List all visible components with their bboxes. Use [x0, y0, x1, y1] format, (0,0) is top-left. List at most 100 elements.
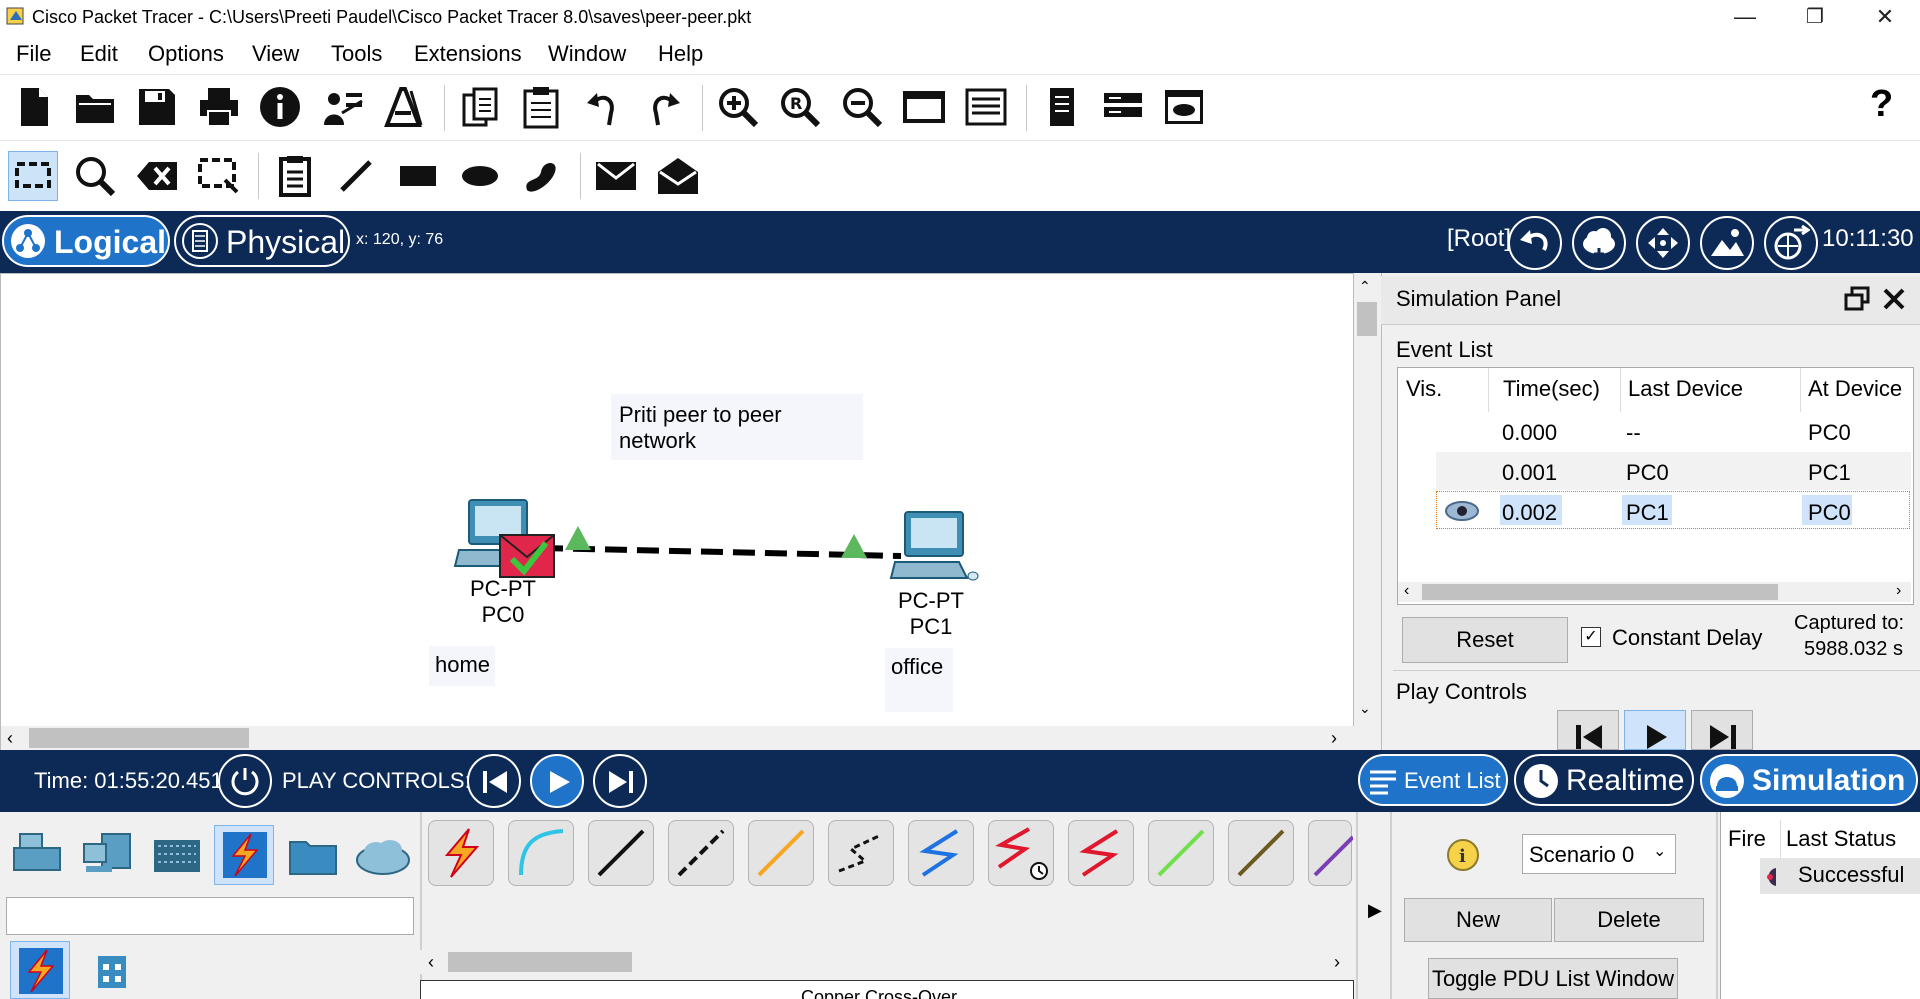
scroll-right-icon[interactable]: › [1334, 952, 1340, 973]
constant-delay-checkbox[interactable]: ✓ [1581, 627, 1601, 647]
menu-window[interactable]: Window [548, 41, 626, 67]
col-at-device[interactable]: At Device [1808, 376, 1902, 402]
pdu-list-icon[interactable] [1040, 85, 1084, 129]
scroll-left-icon[interactable]: ‹ [1404, 582, 1409, 600]
cable-octal[interactable] [1148, 820, 1214, 886]
collapse-arrow-icon[interactable]: ▶ [1368, 900, 1382, 921]
add-complex-pdu-icon[interactable] [656, 154, 700, 198]
undock-icon[interactable] [1844, 286, 1870, 312]
cloud-icon[interactable] [1572, 216, 1626, 270]
activity-wizard-icon[interactable] [381, 85, 425, 129]
network-clock-icon[interactable] [1764, 216, 1818, 270]
reset-simulation-button[interactable]: Reset Simulation [1402, 617, 1568, 696]
scroll-left-icon[interactable]: ‹ [428, 952, 434, 973]
eye-icon[interactable] [1444, 500, 1480, 522]
grid-view-icon[interactable] [92, 952, 132, 992]
zoom-out-icon[interactable] [840, 85, 884, 129]
vertical-scroll-thumb[interactable] [1357, 302, 1377, 336]
event-list-scroll-thumb[interactable] [1422, 584, 1778, 600]
pdu-envelope-icon[interactable] [498, 533, 556, 579]
col-fire[interactable]: Fire [1728, 826, 1766, 852]
cable-scrollbar[interactable]: ‹ › [420, 950, 1354, 974]
cable-automatic[interactable] [428, 820, 494, 886]
drawing-palette-icon[interactable] [902, 85, 946, 129]
pc0-location-note[interactable]: home [429, 646, 495, 686]
step-back-button[interactable] [1557, 710, 1619, 750]
workspace-vertical-scrollbar[interactable]: ⌃ ⌄ [1355, 274, 1379, 726]
pc1-location-note[interactable]: office [885, 648, 953, 712]
new-file-icon[interactable] [12, 85, 56, 129]
device-search-field[interactable] [6, 897, 414, 935]
add-simple-pdu-icon[interactable] [594, 154, 638, 198]
event-list-scrollbar[interactable]: ‹ › [1398, 582, 1911, 602]
open-folder-icon[interactable] [73, 85, 117, 129]
zoom-in-icon[interactable] [716, 85, 760, 129]
bottom-play-button[interactable] [530, 754, 584, 808]
redo-icon[interactable] [642, 85, 686, 129]
logical-tab[interactable]: Logical [2, 215, 170, 267]
pc1-device[interactable] [889, 510, 979, 586]
event-list-toggle[interactable]: Event List [1358, 754, 1508, 806]
close-icon[interactable]: ✕ [1850, 0, 1920, 36]
cable-phone[interactable] [828, 820, 894, 886]
device-template-icon[interactable] [1101, 85, 1145, 129]
scroll-left-icon[interactable]: ‹ [7, 728, 13, 749]
save-icon[interactable] [135, 85, 179, 129]
cloud-window-icon[interactable] [1162, 85, 1206, 129]
horizontal-scroll-thumb[interactable] [29, 728, 249, 748]
cable-usb[interactable] [1308, 820, 1355, 886]
menu-help[interactable]: Help [658, 41, 703, 67]
physical-tab[interactable]: Physical [174, 215, 350, 267]
move-navigation-icon[interactable] [1636, 216, 1690, 270]
undo-icon[interactable] [581, 85, 625, 129]
col-time[interactable]: Time(sec) [1503, 376, 1600, 402]
paste-icon[interactable] [519, 85, 563, 129]
power-cycle-icon[interactable] [218, 754, 272, 808]
simulation-mode-button[interactable]: Simulation [1700, 754, 1918, 806]
help-icon[interactable]: ? [1870, 83, 1893, 126]
miscellaneous-category-icon[interactable] [286, 832, 340, 880]
realtime-mode-button[interactable]: Realtime [1514, 754, 1694, 806]
connections-subcategory[interactable] [10, 941, 70, 999]
cable-serial-dce[interactable] [988, 820, 1054, 886]
cable-scroll-thumb[interactable] [448, 952, 632, 972]
draw-line-icon[interactable] [334, 154, 378, 198]
draw-rectangle-icon[interactable] [396, 154, 440, 198]
network-devices-category-icon[interactable] [10, 830, 64, 882]
workspace-horizontal-scrollbar[interactable]: ‹ › [1, 726, 1355, 750]
scenario-select[interactable]: Scenario 0 ⌄ [1522, 834, 1676, 874]
back-icon[interactable] [1508, 216, 1562, 270]
bottom-step-back-button[interactable] [467, 754, 521, 808]
zoom-reset-icon[interactable]: R [778, 85, 822, 129]
restore-icon[interactable]: ❐ [1780, 0, 1850, 36]
connections-category[interactable] [214, 825, 274, 885]
multiuser-connection-category-icon[interactable] [354, 834, 412, 878]
cable-fiber[interactable] [748, 820, 814, 886]
menu-file[interactable]: File [16, 41, 51, 67]
workspace-note[interactable]: Priti peer to peer network [611, 394, 863, 460]
print-icon[interactable] [197, 85, 241, 129]
resize-shape-icon[interactable] [197, 154, 241, 198]
freeform-icon[interactable] [519, 154, 563, 198]
cable-console[interactable] [508, 820, 574, 886]
background-image-icon[interactable] [1700, 216, 1754, 270]
menu-view[interactable]: View [252, 41, 299, 67]
play-button[interactable] [1624, 710, 1686, 750]
menu-extensions[interactable]: Extensions [414, 41, 522, 67]
draw-ellipse-icon[interactable] [458, 154, 502, 198]
cable-copper-straight[interactable] [588, 820, 654, 886]
col-last-status[interactable]: Last Status [1786, 826, 1896, 852]
scroll-down-icon[interactable]: ⌄ [1359, 700, 1371, 717]
copy-icon[interactable] [458, 85, 502, 129]
place-note-icon[interactable] [273, 154, 317, 198]
menu-edit[interactable]: Edit [80, 41, 118, 67]
end-devices-category-icon[interactable] [80, 830, 134, 882]
scroll-right-icon[interactable]: › [1896, 582, 1901, 600]
delete-icon[interactable] [135, 154, 179, 198]
select-tool[interactable] [8, 151, 58, 201]
menu-tools[interactable]: Tools [331, 41, 382, 67]
toggle-pdu-list-button[interactable]: Toggle PDU List Window [1428, 958, 1678, 999]
close-panel-icon[interactable] [1882, 287, 1906, 311]
minimize-icon[interactable]: — [1710, 0, 1780, 36]
col-last-device[interactable]: Last Device [1628, 376, 1743, 402]
